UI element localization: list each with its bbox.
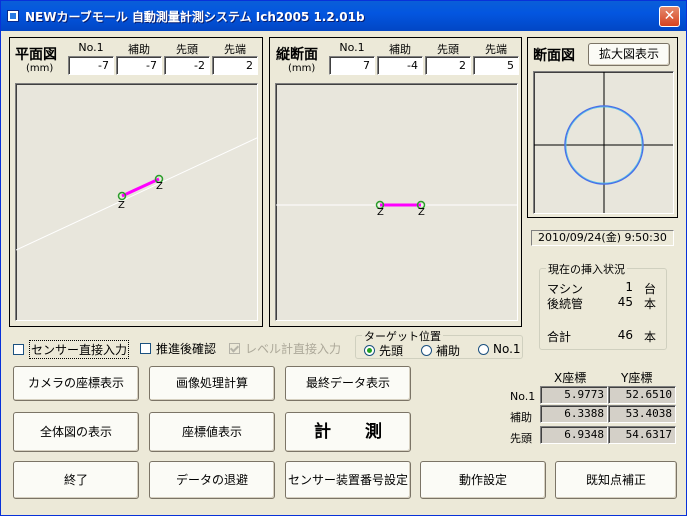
coord-row-label-assist: 補助 <box>510 411 532 424</box>
plan-marker-label-1: Z <box>118 200 125 211</box>
plan-value-tip: 2 <box>212 56 258 75</box>
coord-head-y: 54.6317 <box>608 426 676 444</box>
title-bar[interactable]: NEWカーブモール 自動測量計測システム Ich2005 1.2.01b ✕ <box>1 1 686 31</box>
target-radio-head-dot[interactable] <box>364 345 375 356</box>
camera-coords-button[interactable]: カメラの座標表示 <box>13 366 139 401</box>
coord-no1-x: 5.9773 <box>540 386 608 404</box>
plan-view-plot: Z Z <box>16 137 257 251</box>
overall-view-button[interactable]: 全体図の表示 <box>13 412 139 452</box>
sensor-direct-label: センサー直接入力 <box>29 340 130 359</box>
app-icon <box>7 10 19 22</box>
plan-marker-label-2: Z <box>156 181 163 192</box>
status-machine-count: 1 <box>625 280 633 294</box>
sensor-direct-box[interactable] <box>13 344 24 355</box>
profile-value-head: 2 <box>425 56 471 75</box>
sensor-number-button[interactable]: センサー装置番号設定 <box>285 461 411 499</box>
coord-assist-y: 53.4038 <box>608 405 676 423</box>
profile-marker-label-1: Z <box>377 207 384 218</box>
target-radio-no1-dot[interactable] <box>478 343 489 355</box>
thrust-confirm-box[interactable] <box>140 343 151 354</box>
plan-col-label-no1: No.1 <box>78 41 104 54</box>
status-total-unit: 本 <box>644 330 657 344</box>
target-radio-assist[interactable]: 補助 <box>421 342 460 359</box>
profile-col-label-tip: 先端 <box>485 43 507 56</box>
section-view-canvas <box>533 71 674 214</box>
coord-head-x: 6.9348 <box>540 426 608 444</box>
profile-view-plot: Z Z <box>276 200 517 218</box>
image-calc-button[interactable]: 画像処理計算 <box>149 366 275 401</box>
save-data-button[interactable]: データの退避 <box>149 461 275 499</box>
plan-reference-line <box>16 137 257 251</box>
thrust-confirm-checkbox[interactable]: 推進後確認 <box>140 340 216 357</box>
profile-view-unit: (mm) <box>288 63 316 74</box>
plan-view-canvas: Z Z <box>15 83 258 321</box>
plan-view-unit: (mm) <box>26 63 54 74</box>
profile-col-label-assist: 補助 <box>389 43 411 56</box>
final-data-button[interactable]: 最終データ表示 <box>285 366 411 401</box>
plan-col-label-head: 先頭 <box>176 43 198 56</box>
status-following-label: 後続管 <box>547 297 584 311</box>
profile-col-label-head: 先頭 <box>437 43 459 56</box>
status-total-label: 合計 <box>547 330 572 344</box>
plan-view-panel: 平面図 (mm) No.1 補助 先頭 先端 -7 -7 -2 2 Z Z <box>9 37 263 327</box>
known-point-button[interactable]: 既知点補正 <box>555 461 677 499</box>
status-following-count: 45 <box>617 295 633 309</box>
level-direct-box <box>229 343 240 354</box>
target-radio-assist-dot[interactable] <box>421 345 432 356</box>
profile-view-canvas: Z Z <box>275 83 518 321</box>
profile-view-title: 縦断面 <box>276 47 318 63</box>
x-coord-header: X座標 <box>554 371 587 385</box>
plan-col-label-assist: 補助 <box>128 43 150 56</box>
window-title: NEWカーブモール 自動測量計測システム Ich2005 1.2.01b <box>25 10 365 24</box>
main-window: NEWカーブモール 自動測量計測システム Ich2005 1.2.01b ✕ 平… <box>0 0 687 516</box>
operation-settings-button[interactable]: 動作設定 <box>420 461 546 499</box>
plan-pipe-segment <box>121 177 160 198</box>
profile-value-no1: 7 <box>329 56 375 75</box>
status-total-count: 46 <box>617 328 633 342</box>
target-radio-assist-label: 補助 <box>436 344 461 358</box>
plan-value-head: -2 <box>164 56 210 75</box>
profile-marker-label-2: Z <box>418 207 425 218</box>
target-radio-no1[interactable]: No.1 <box>478 342 521 356</box>
thrust-confirm-label: 推進後確認 <box>156 342 217 356</box>
enlarge-view-button[interactable]: 拡大図表示 <box>588 43 670 66</box>
measure-button[interactable]: 計 測 <box>285 412 411 452</box>
coord-values-button[interactable]: 座標値表示 <box>149 412 275 452</box>
profile-value-assist: -4 <box>377 56 423 75</box>
datetime-display: 2010/09/24(金) 9:50:30 <box>531 230 674 246</box>
profile-col-label-no1: No.1 <box>339 41 365 54</box>
level-direct-checkbox: レベル計直接入力 <box>229 340 341 357</box>
plan-col-label-tip: 先端 <box>224 43 246 56</box>
target-radio-no1-label: No.1 <box>493 342 521 356</box>
target-radio-head[interactable]: 先頭 <box>364 342 403 359</box>
section-view-plot <box>534 72 673 213</box>
profile-view-panel: 縦断面 (mm) No.1 補助 先頭 先端 7 -4 2 5 Z Z <box>269 37 522 327</box>
coord-no1-y: 52.6510 <box>608 386 676 404</box>
section-view-panel: 断面図 拡大図表示 <box>527 37 678 218</box>
sensor-direct-checkbox[interactable]: センサー直接入力 <box>13 340 130 359</box>
close-button[interactable]: ✕ <box>659 6 680 27</box>
y-coord-header: Y座標 <box>621 371 653 385</box>
insertion-status-group: 現在の挿入状況 マシン 1 台 後続管 45 本 合計 46 本 <box>539 261 667 350</box>
profile-value-tip: 5 <box>473 56 519 75</box>
target-position-group: ターゲット位置 先頭 補助 No.1 <box>355 328 523 359</box>
plan-value-no1: -7 <box>68 56 114 75</box>
coord-row-label-no1: No.1 <box>510 390 536 403</box>
status-following-unit: 本 <box>644 297 657 311</box>
coord-row-label-head: 先頭 <box>510 432 532 445</box>
level-direct-label: レベル計直接入力 <box>245 342 342 356</box>
insertion-status-title: 現在の挿入状況 <box>546 261 627 277</box>
exit-button[interactable]: 終了 <box>13 461 139 499</box>
section-view-title: 断面図 <box>533 48 575 64</box>
plan-value-assist: -7 <box>116 56 162 75</box>
plan-view-title: 平面図 <box>15 47 57 63</box>
coord-assist-x: 6.3388 <box>540 405 608 423</box>
target-radio-head-label: 先頭 <box>379 344 404 358</box>
